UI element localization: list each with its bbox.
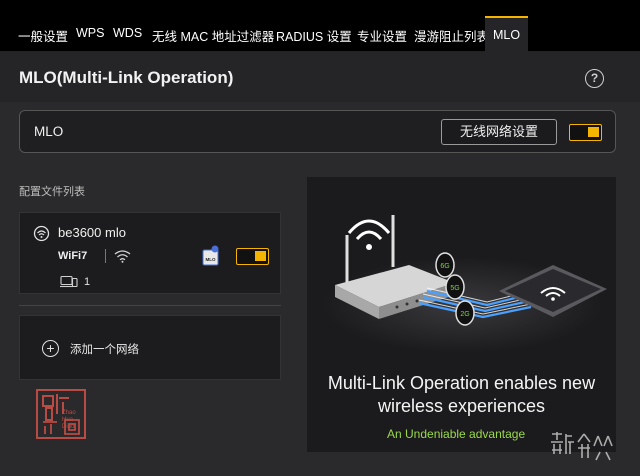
svg-text:6G: 6G — [440, 263, 449, 270]
mlo-badge-text: MLO — [206, 257, 216, 262]
tab-mac-filter[interactable]: 无线 MAC 地址过滤器 — [152, 26, 274, 45]
tab-wps[interactable]: WPS — [76, 26, 104, 40]
stamp-name: Zhao Hua Diao — [62, 410, 76, 431]
profile-list-label: 配置文件列表 — [19, 186, 85, 198]
devices-icon — [60, 275, 78, 288]
profile-card[interactable]: be3600 mlo WiFi7 MLO 1 — [19, 212, 281, 294]
network-profile-icon — [33, 225, 50, 242]
tab-professional[interactable]: 专业设置 — [357, 26, 407, 45]
promo-title: Multi-Link Operation enables new wireles… — [327, 373, 596, 416]
router-phone-illustration: 6G 5G 2G — [322, 215, 607, 353]
tab-roaming-block[interactable]: 漫游阻止列表 — [414, 26, 489, 45]
tab-wds[interactable]: WDS — [113, 26, 142, 40]
divider — [19, 305, 281, 306]
tab-radius[interactable]: RADIUS 设置 — [276, 26, 352, 45]
profile-toggle[interactable] — [236, 248, 269, 265]
band-2g-badge: 2G — [455, 300, 475, 326]
watermark-logo — [548, 430, 626, 470]
svg-text:2G: 2G — [460, 311, 469, 318]
add-network-button[interactable]: + 添加一个网络 — [19, 315, 281, 380]
promo-panel: 6G 5G 2G Multi-Link Operation enables ne… — [307, 177, 616, 452]
tab-bar: 一般设置 WPS WDS 无线 MAC 地址过滤器 RADIUS 设置 专业设置… — [0, 0, 640, 52]
seal-stamp-logo — [36, 389, 86, 439]
add-network-label: 添加一个网络 — [70, 344, 139, 356]
toggle-knob — [255, 251, 266, 261]
wireless-settings-button[interactable]: 无线网络设置 — [441, 119, 557, 145]
mlo-label: MLO — [34, 124, 64, 139]
profile-name: be3600 mlo — [58, 225, 126, 240]
divider — [105, 249, 106, 263]
question-icon[interactable]: ? — [585, 69, 604, 88]
stamp-name-line: Diao — [62, 424, 75, 430]
stamp-name-line: Hua — [62, 417, 74, 423]
band-5g-badge: 5G — [445, 274, 465, 300]
plus-icon: + — [42, 340, 59, 357]
toggle-knob — [588, 127, 599, 137]
svg-text:5G: 5G — [450, 285, 459, 292]
watermark-glyphs — [551, 432, 613, 461]
mlo-row: MLO 无线网络设置 — [19, 110, 616, 153]
mlo-device-icon: MLO — [202, 245, 219, 266]
tab-mlo[interactable]: MLO — [485, 16, 529, 52]
stamp-name-line: Zhao — [62, 410, 76, 416]
page-header: MLO(Multi-Link Operation) — [0, 52, 640, 102]
band-6g-badge: 6G — [435, 252, 455, 278]
page-title: MLO(Multi-Link Operation) — [19, 68, 234, 87]
tab-general[interactable]: 一般设置 — [18, 26, 68, 45]
promo-subtitle: An Undeniable advantage — [387, 427, 526, 441]
mlo-toggle[interactable] — [569, 124, 602, 141]
wifi-icon — [114, 250, 131, 263]
client-count: 1 — [84, 276, 91, 288]
wifi7-badge: WiFi7 — [58, 250, 88, 262]
